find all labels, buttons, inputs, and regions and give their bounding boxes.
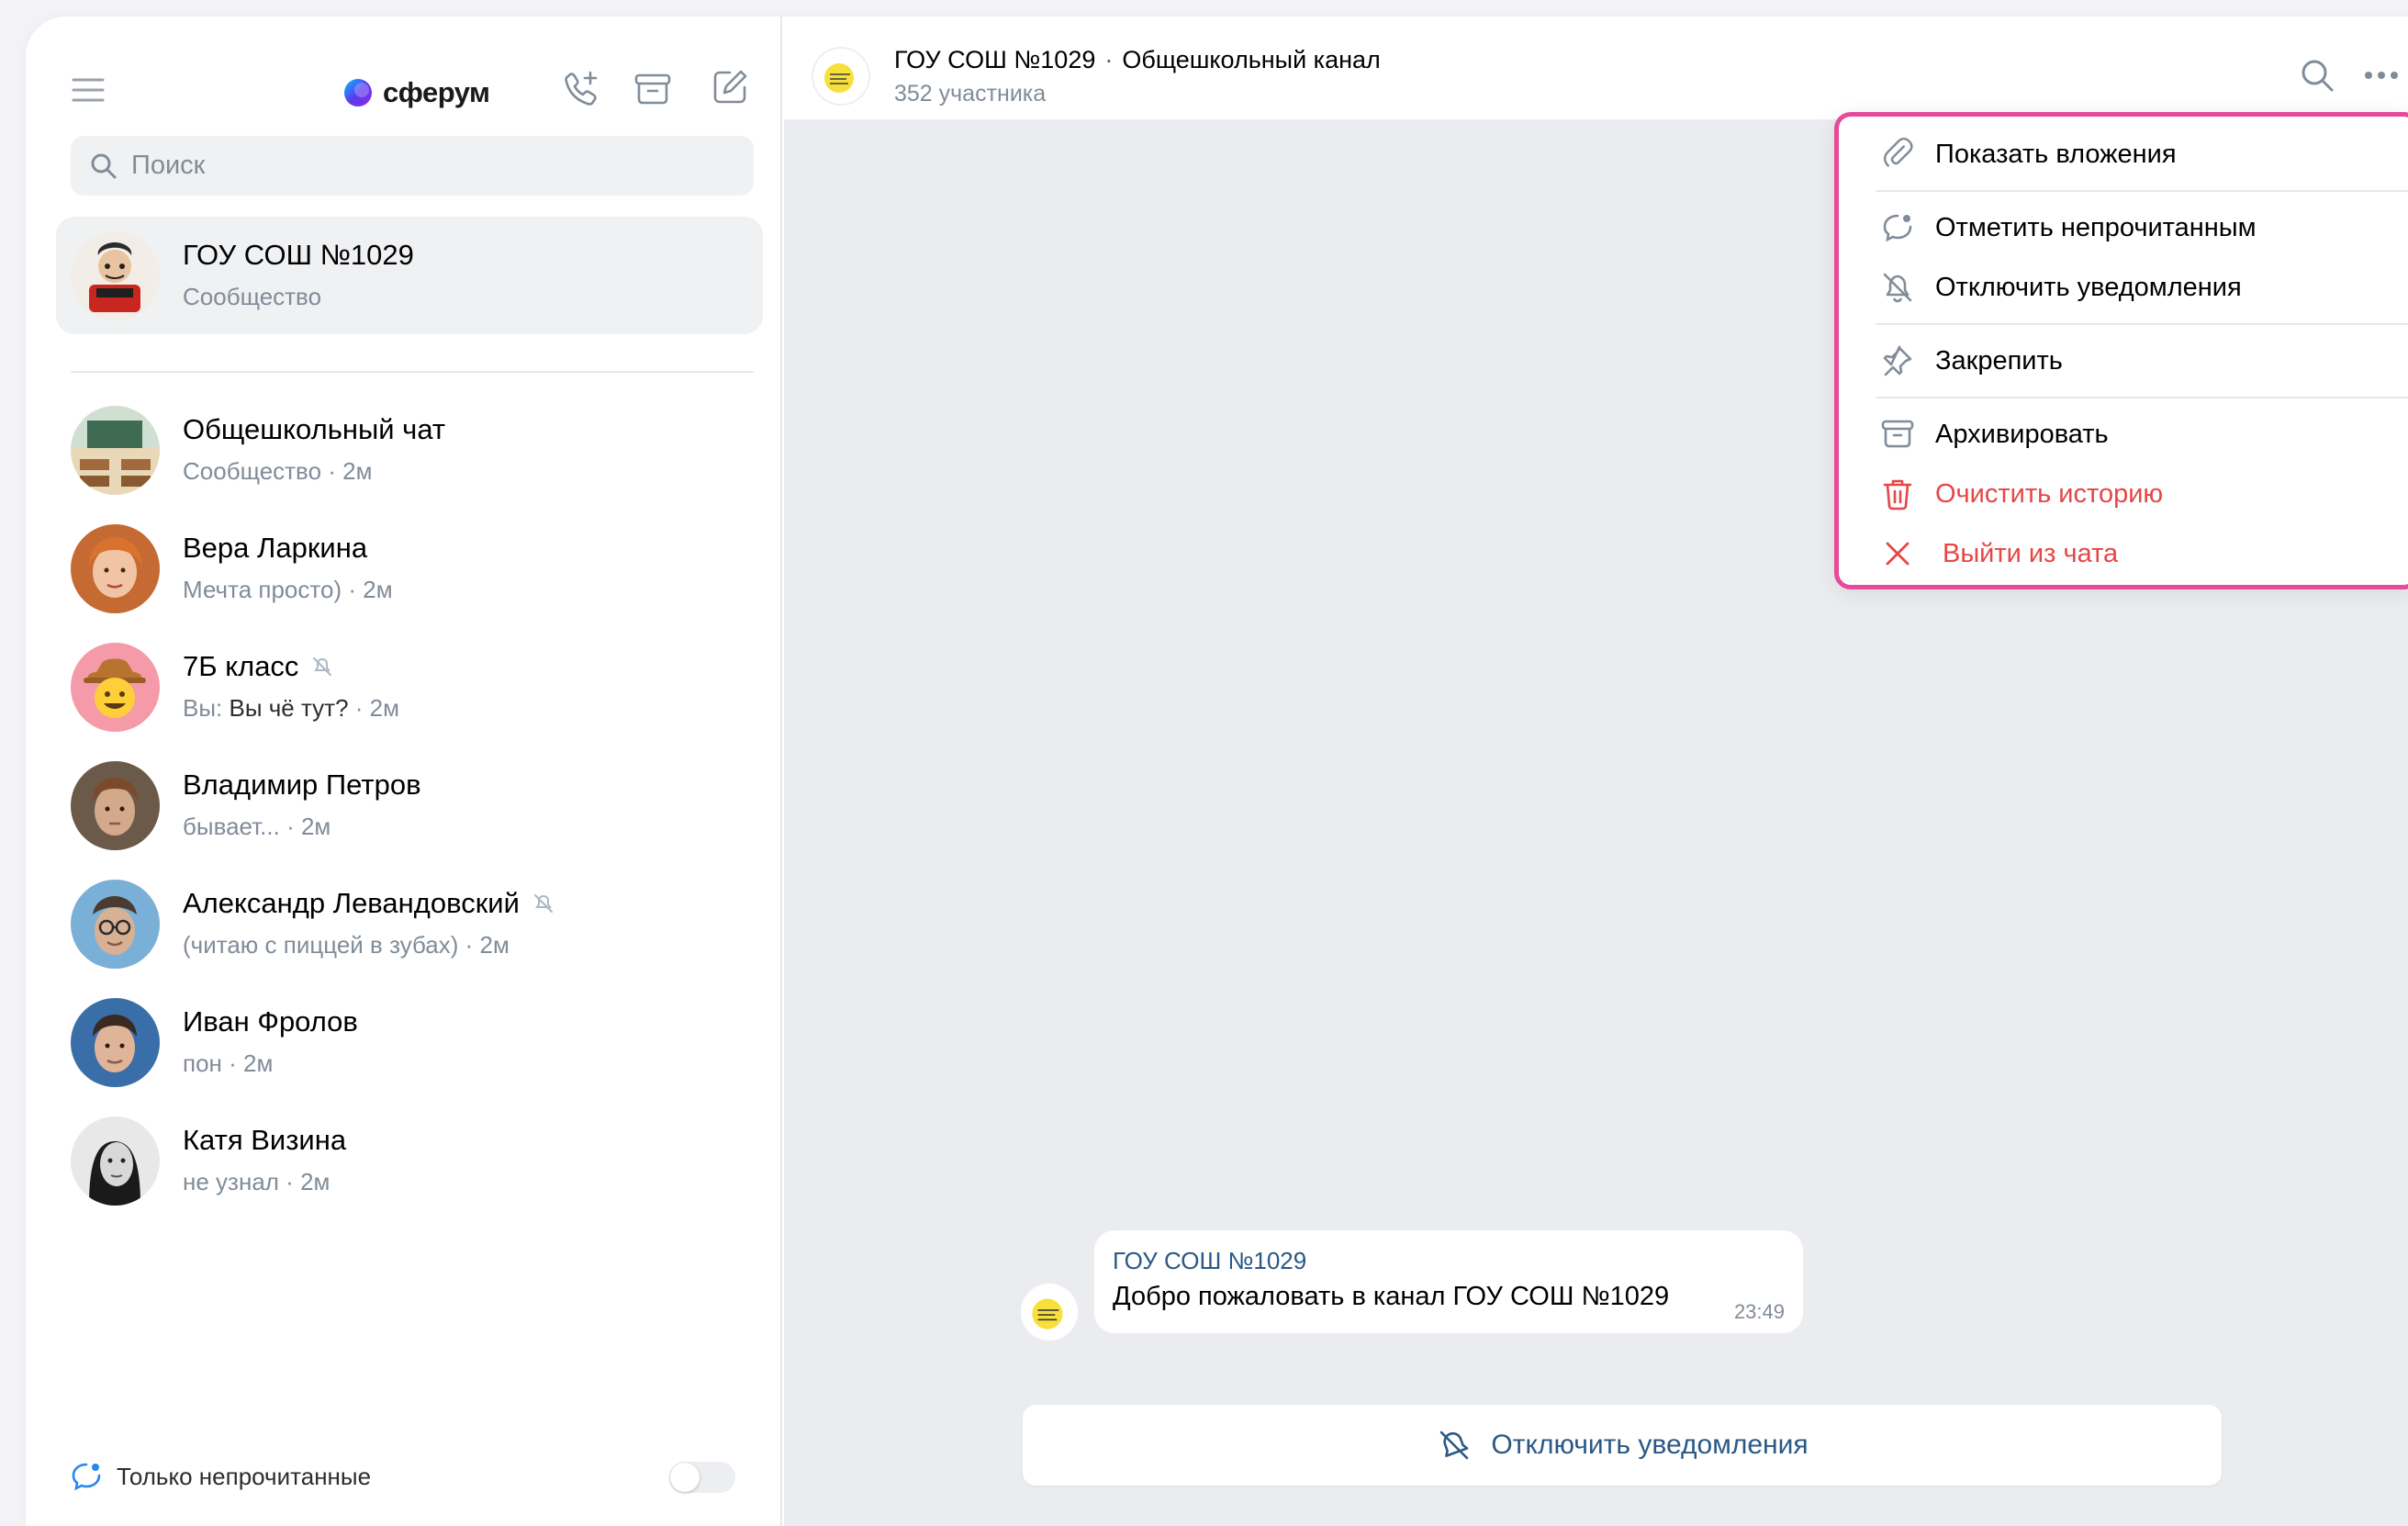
chat-subtitle: Мечта просто) · 2м bbox=[183, 576, 393, 603]
mark-unread-icon bbox=[1879, 209, 1916, 246]
app-window: сферум ГОУ СОШ №1029 bbox=[26, 17, 2408, 1526]
menu-item-archive[interactable]: Архивировать bbox=[1839, 407, 2408, 462]
unread-only-toggle[interactable] bbox=[669, 1462, 735, 1493]
message-time: 23:49 bbox=[1733, 1300, 1785, 1323]
chat-item-vladimir-petrov[interactable]: Владимир Петров бывает... · 2м bbox=[26, 746, 780, 865]
menu-divider bbox=[1876, 323, 2408, 325]
chat-item-vera-larkina[interactable]: Вера Ларкина Мечта просто) · 2м bbox=[26, 510, 780, 628]
chat-name: Вера Ларкина bbox=[183, 532, 368, 564]
menu-item-mark-unread[interactable]: Отметить непрочитанным bbox=[1839, 200, 2408, 255]
member-count: 352 участника bbox=[894, 81, 1047, 107]
community-name: ГОУ СОШ №1029 bbox=[894, 46, 1096, 73]
chat-list: ГОУ СОШ №1029 Сообщество Общешкольный ча… bbox=[26, 217, 780, 1220]
avatar bbox=[71, 761, 160, 850]
chat-subtitle: (читаю с пиццей в зубах) · 2м bbox=[183, 931, 510, 959]
search-input[interactable] bbox=[131, 151, 719, 181]
close-icon bbox=[1879, 535, 1916, 572]
muted-icon bbox=[313, 657, 332, 676]
chat-name: 7Б класс bbox=[183, 650, 333, 683]
chat-subtitle: Сообщество · 2м bbox=[183, 457, 373, 485]
chat-item-7b-klass[interactable]: 7Б класс Вы: Вы чё тут? · 2м bbox=[26, 628, 780, 746]
search-bar[interactable] bbox=[71, 136, 754, 196]
sferum-logo-icon bbox=[344, 79, 372, 107]
archive-icon bbox=[1879, 416, 1916, 453]
menu-hamburger-icon[interactable] bbox=[70, 72, 106, 108]
search-icon bbox=[91, 153, 117, 178]
chat-name: Иван Фролов bbox=[183, 1005, 358, 1038]
avatar bbox=[71, 406, 160, 495]
chat-options-menu: Показать вложения Отметить непрочитанным… bbox=[1834, 112, 2408, 589]
menu-item-clear-history[interactable]: Очистить историю bbox=[1839, 466, 2408, 522]
chat-item-aleksandr-levandovsky[interactable]: Александр Левандовский (читаю с пиццей в… bbox=[26, 865, 780, 983]
menu-divider bbox=[1876, 190, 2408, 192]
chat-subtitle: не узнал · 2м bbox=[183, 1168, 330, 1195]
menu-item-mute[interactable]: Отключить уведомления bbox=[1839, 260, 2408, 315]
avatar bbox=[71, 231, 160, 320]
avatar bbox=[71, 524, 160, 613]
sferum-logo: сферум bbox=[342, 70, 490, 116]
menu-item-pin[interactable]: Закрепить bbox=[1839, 333, 2408, 388]
chat-item-ivan-frolov[interactable]: Иван Фролов пон · 2м bbox=[26, 983, 780, 1102]
avatar bbox=[71, 998, 160, 1087]
bell-off-icon bbox=[1879, 269, 1916, 306]
chat-title: ГОУ СОШ №1029 · Общешкольный канал bbox=[894, 46, 1381, 74]
menu-item-show-attachments[interactable]: Показать вложения bbox=[1839, 127, 2408, 182]
chat-name: Владимир Петров bbox=[183, 769, 421, 801]
chat-subtitle: пон · 2м bbox=[183, 1049, 274, 1077]
avatar bbox=[71, 643, 160, 732]
chat-name: Общешкольный чат bbox=[183, 413, 446, 445]
message-author[interactable]: ГОУ СОШ №1029 bbox=[1113, 1247, 1306, 1275]
menu-divider bbox=[1876, 397, 2408, 398]
search-icon[interactable] bbox=[2297, 55, 2337, 95]
message-bubble[interactable]: ГОУ СОШ №1029 Добро пожаловать в канал Г… bbox=[1094, 1230, 1803, 1333]
avatar[interactable] bbox=[1021, 1284, 1078, 1341]
sidebar-divider bbox=[71, 371, 754, 373]
message-text: Добро пожаловать в канал ГОУ СОШ №1029 bbox=[1113, 1282, 1670, 1311]
chat-item-obshcheshkolny[interactable]: Общешкольный чат Сообщество · 2м bbox=[26, 391, 780, 510]
brand-name: сферум bbox=[383, 76, 490, 108]
chat-name: Александр Левандовский bbox=[183, 887, 554, 920]
chat-subtitle: бывает... · 2м bbox=[183, 813, 331, 840]
chat-item-katya-vizina[interactable]: Катя Визина не узнал · 2м bbox=[26, 1102, 780, 1220]
unread-only-filter: Только непрочитанные bbox=[71, 1449, 754, 1504]
unread-chat-icon bbox=[72, 1463, 101, 1491]
more-options-icon[interactable] bbox=[2361, 55, 2402, 95]
sidebar: сферум ГОУ СОШ №1029 bbox=[26, 17, 782, 1526]
compose-icon[interactable] bbox=[709, 66, 751, 108]
title-separator: · bbox=[1104, 46, 1114, 73]
paperclip-icon bbox=[1879, 136, 1916, 173]
chat-subtitle: Вы: Вы чё тут? · 2м bbox=[183, 694, 400, 722]
chat-header: ГОУ СОШ №1029 · Общешкольный канал 352 у… bbox=[784, 17, 2408, 119]
chat-subtitle: Сообщество bbox=[183, 283, 322, 310]
pin-icon bbox=[1879, 342, 1916, 379]
avatar bbox=[71, 1116, 160, 1206]
chat-item-gou-sosh[interactable]: ГОУ СОШ №1029 Сообщество bbox=[56, 217, 763, 334]
mute-notifications-button[interactable]: Отключить уведомления bbox=[1023, 1405, 2222, 1486]
chat-name: Катя Визина bbox=[183, 1124, 347, 1156]
avatar bbox=[71, 880, 160, 969]
menu-item-leave-chat[interactable]: Выйти из чата bbox=[1839, 526, 2408, 581]
sidebar-header: сферум bbox=[26, 17, 780, 136]
mute-bell-icon bbox=[1440, 1431, 1469, 1460]
new-call-icon[interactable] bbox=[558, 66, 604, 112]
unread-only-label: Только непрочитанные bbox=[117, 1462, 372, 1490]
muted-icon bbox=[533, 894, 553, 913]
trash-icon bbox=[1879, 476, 1916, 512]
channel-name: Общешкольный канал bbox=[1122, 46, 1381, 73]
chat-name: ГОУ СОШ №1029 bbox=[183, 239, 414, 271]
mute-notifications-label: Отключить уведомления bbox=[1491, 1430, 1809, 1460]
archive-icon[interactable] bbox=[632, 68, 674, 110]
toggle-knob bbox=[670, 1463, 700, 1492]
channel-avatar[interactable] bbox=[812, 47, 870, 106]
